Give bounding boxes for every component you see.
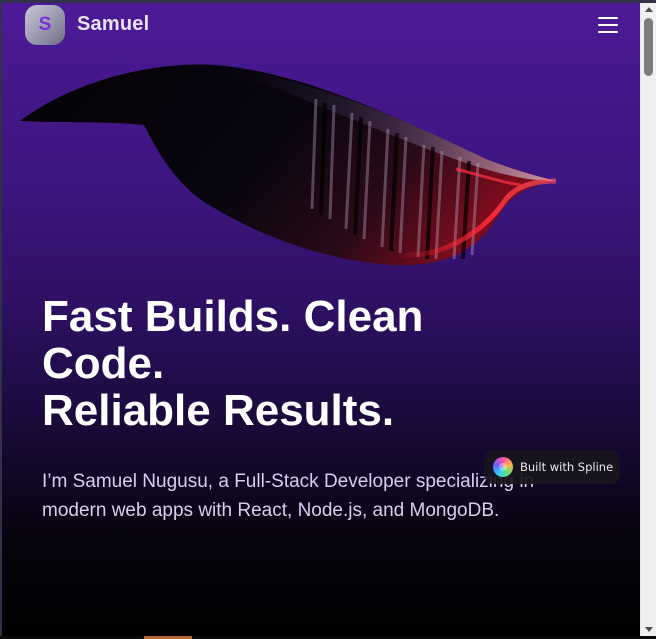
hero-3d-graphic[interactable] [16,59,556,269]
hero-title-line-3: Reliable Results. [42,386,395,435]
browser-viewport: S Samuel Fast Builds. Clean Code. Reliab… [0,0,656,639]
hero-title-line-2: Code. [42,339,165,388]
vertical-scrollbar[interactable] [640,3,656,636]
logo-letter: S [38,14,52,35]
hamburger-menu-icon[interactable] [598,17,618,33]
spline-badge-label: Built with Spline [520,460,614,474]
hero-title-line-1: Fast Builds. Clean [42,292,424,341]
scrollbar-thumb[interactable] [644,18,653,76]
brand-name[interactable]: Samuel [77,13,149,36]
spline-logo-icon [493,457,513,477]
built-with-spline-badge[interactable]: Built with Spline [484,450,620,484]
scroll-up-arrow-icon[interactable] [645,7,653,12]
hero-title: Fast Builds. Clean Code. Reliable Result… [42,293,602,434]
page-content: S Samuel Fast Builds. Clean Code. Reliab… [2,3,640,636]
scroll-down-arrow-icon[interactable] [645,627,653,632]
site-logo[interactable]: S [25,5,65,45]
